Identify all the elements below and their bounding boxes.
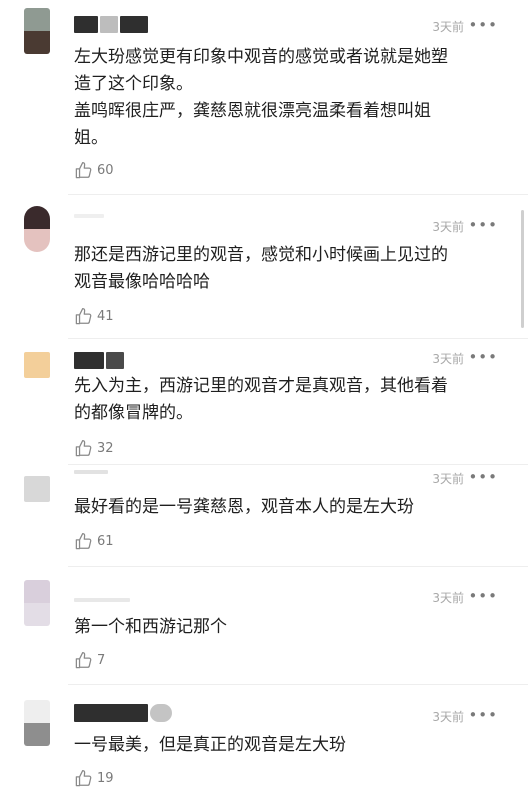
comment-text-line: 左大玢感觉更有印象中观音的感觉或者说就是她塑 (74, 47, 448, 67)
comment-text: 最好看的是一号龚慈恩，观音本人的是左大玢 (74, 494, 504, 521)
thumbs-up-icon (75, 439, 92, 456)
like-count: 7 (97, 652, 106, 668)
more-options-button[interactable]: ••• (468, 217, 498, 233)
comment-text-line: 观音最像哈哈哈哈 (74, 272, 210, 292)
comment-time: 3天前 (432, 710, 464, 724)
more-options-button[interactable]: ••• (468, 17, 498, 33)
username-redacted[interactable] (74, 704, 148, 722)
comment-text-line: 最好看的是一号龚慈恩，观音本人的是左大玢 (74, 497, 414, 517)
divider (68, 684, 528, 685)
avatar[interactable] (24, 206, 50, 252)
comment-text: 左大玢感觉更有印象中观音的感觉或者说就是她塑 造了这个印象。 盖鸣晖很庄严，龚慈… (74, 44, 504, 152)
username-redacted (106, 352, 124, 369)
comment-text: 第一个和西游记那个 (74, 614, 504, 641)
avatar[interactable] (24, 700, 50, 746)
thumbs-up-icon (75, 161, 92, 178)
like-count: 41 (97, 308, 114, 324)
username-redacted[interactable] (74, 214, 104, 218)
thumbs-up-icon (75, 307, 92, 324)
like-button[interactable]: 7 (74, 650, 105, 670)
like-count: 61 (97, 533, 114, 549)
comment-time: 3天前 (432, 220, 464, 234)
comment-time: 3天前 (432, 591, 464, 605)
more-options-button[interactable]: ••• (468, 588, 498, 604)
avatar[interactable] (24, 352, 50, 378)
comment-text: 先入为主，西游记里的观音才是真观音，其他看着 的都像冒牌的。 (74, 373, 504, 427)
comment-text-line: 姐。 (74, 128, 108, 148)
thumbs-up-icon (75, 651, 92, 668)
like-button[interactable]: 61 (74, 531, 114, 551)
comment-text: 那还是西游记里的观音，感觉和小时候画上见过的 观音最像哈哈哈哈 (74, 242, 504, 296)
more-options-button[interactable]: ••• (468, 707, 498, 723)
like-button[interactable]: 60 (74, 160, 114, 180)
more-options-button[interactable]: ••• (468, 469, 498, 485)
comment-text: 一号最美，但是真正的观音是左大玢 (74, 732, 504, 759)
username-redacted[interactable] (74, 598, 130, 602)
like-count: 60 (97, 162, 114, 178)
divider (68, 194, 528, 195)
username-redacted (120, 16, 148, 33)
username-redacted (150, 704, 172, 722)
avatar[interactable] (24, 476, 50, 502)
like-button[interactable]: 41 (74, 306, 114, 326)
comment-feed: 3天前 ••• 左大玢感觉更有印象中观音的感觉或者说就是她塑 造了这个印象。 盖… (0, 0, 528, 797)
comment-text-line: 盖鸣晖很庄严，龚慈恩就很漂亮温柔看着想叫姐 (74, 101, 431, 121)
thumbs-up-icon (75, 769, 92, 786)
divider (68, 464, 528, 465)
like-button[interactable]: 19 (74, 768, 114, 788)
comment-text-line: 的都像冒牌的。 (74, 403, 193, 423)
avatar[interactable] (24, 580, 50, 626)
comment-time: 3天前 (432, 472, 464, 486)
comment-text-line: 第一个和西游记那个 (74, 617, 227, 637)
more-options-button[interactable]: ••• (468, 349, 498, 365)
comment-text-line: 一号最美，但是真正的观音是左大玢 (74, 735, 346, 755)
comment-text-line: 那还是西游记里的观音，感觉和小时候画上见过的 (74, 245, 448, 265)
username-redacted[interactable] (74, 16, 98, 33)
thumbs-up-icon (75, 532, 92, 549)
username-redacted[interactable] (74, 352, 104, 369)
comment-text-line: 造了这个印象。 (74, 74, 193, 94)
like-count: 32 (97, 440, 114, 456)
comment-time: 3天前 (432, 20, 464, 34)
divider (68, 566, 528, 567)
scrollbar[interactable] (521, 210, 524, 328)
comment-time: 3天前 (432, 352, 464, 366)
like-count: 19 (97, 770, 114, 786)
like-button[interactable]: 32 (74, 438, 114, 458)
username-redacted[interactable] (74, 470, 108, 474)
comment-text-line: 先入为主，西游记里的观音才是真观音，其他看着 (74, 376, 448, 396)
avatar[interactable] (24, 8, 50, 54)
username-redacted (100, 16, 118, 33)
divider (68, 338, 528, 339)
